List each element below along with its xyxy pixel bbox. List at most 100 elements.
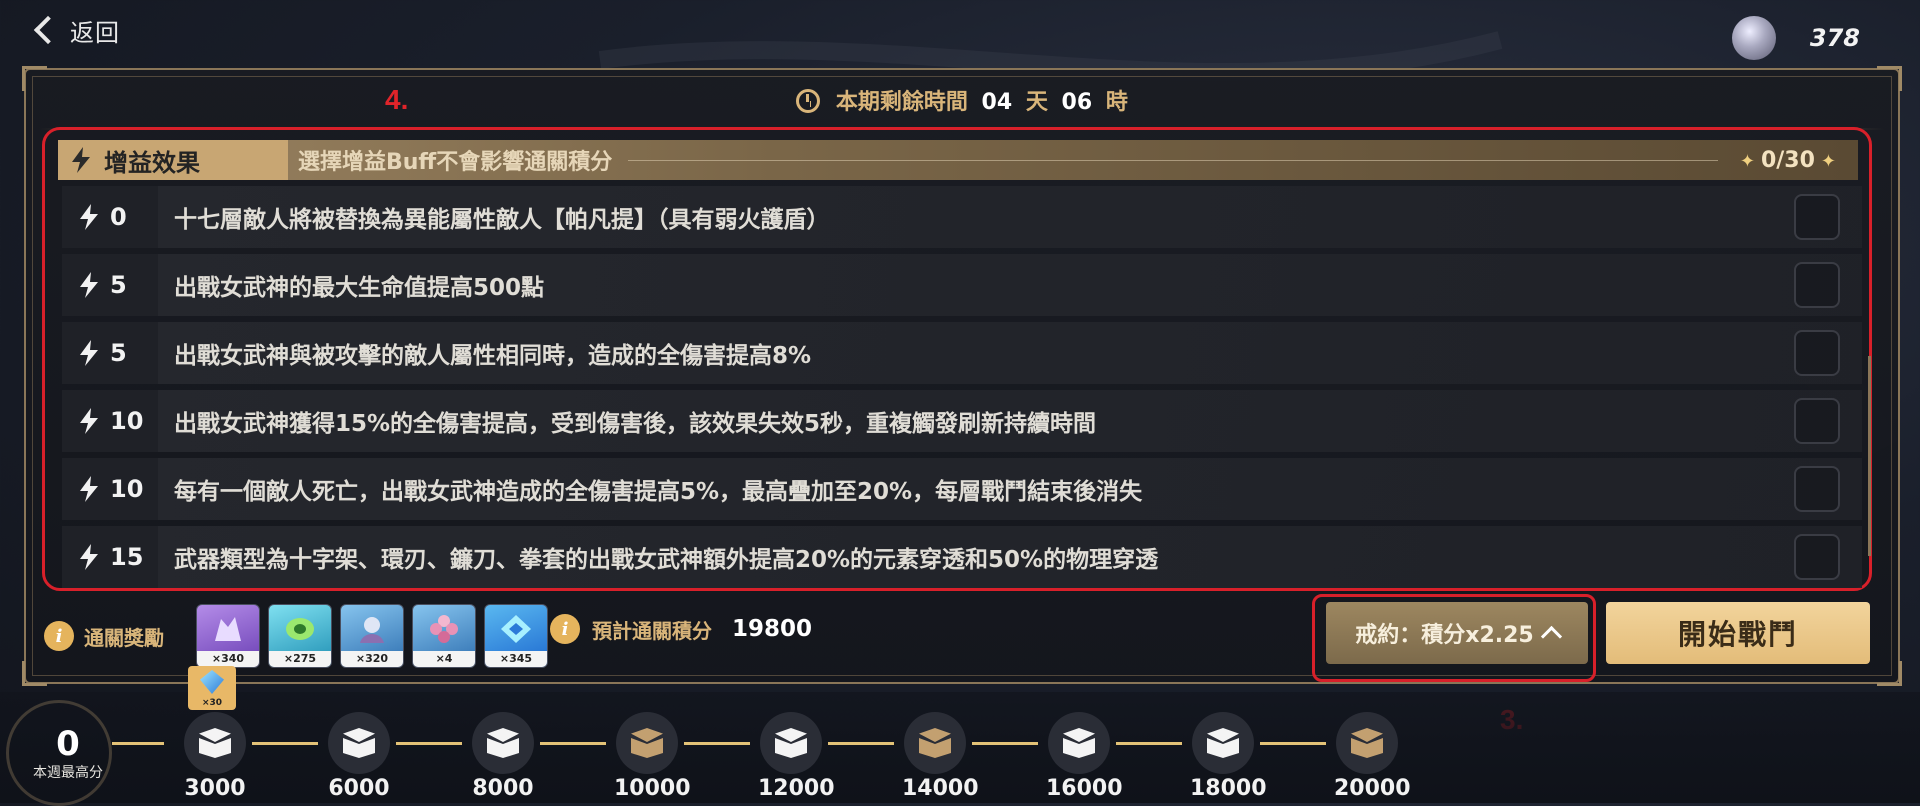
- buff-checkbox[interactable]: [1794, 466, 1840, 512]
- milestone-10000[interactable]: 10000: [614, 712, 691, 801]
- buff-row[interactable]: 10 每有一個敵人死亡，出戰女武神造成的全傷害提高5%，最高疊加至20%，每層戰…: [62, 458, 1862, 520]
- reward-item[interactable]: ×345: [484, 604, 548, 668]
- lightning-icon: [80, 340, 98, 366]
- sparkle-icon: ✦: [1820, 150, 1836, 172]
- buff-row[interactable]: 5 出戰女武神的最大生命值提高500點: [62, 254, 1862, 316]
- milestone-connector: [1260, 742, 1326, 745]
- lightning-icon: [80, 204, 98, 230]
- reward-items: ×340 ×275 ×320 ×4 ×345: [196, 604, 548, 668]
- milestone-connector: [1116, 742, 1182, 745]
- milestone-3000[interactable]: 3000: [182, 712, 248, 801]
- buff-description: 出戰女武神的最大生命值提高500點: [174, 275, 545, 301]
- buff-cost-value: 10: [110, 475, 144, 503]
- buff-description: 武器類型為十字架、環刃、鐮刀、拳套的出戰女武神額外提高20%的元素穿透和50%的…: [174, 547, 1159, 573]
- sparkle-icon: ✦: [1739, 150, 1755, 172]
- reward-item[interactable]: ×340: [196, 604, 260, 668]
- start-battle-button[interactable]: 開始戰鬥: [1606, 602, 1870, 664]
- buff-list: 0 十七層敵人將被替換為異能屬性敵人【帕凡提】（具有弱火護盾） 5 出戰女武神的…: [62, 186, 1862, 594]
- milestone-6000[interactable]: 6000: [326, 712, 392, 801]
- buff-cost-value: 5: [110, 339, 127, 367]
- reward-chest-icon: [197, 728, 233, 758]
- chevron-up-icon: [1540, 625, 1562, 647]
- milestone-14000[interactable]: 14000: [902, 712, 979, 801]
- reward-chest-icon: [917, 728, 953, 758]
- start-battle-label: 開始戰鬥: [1677, 618, 1798, 651]
- buff-title: 增益效果: [104, 148, 200, 177]
- milestone-value: 12000: [758, 776, 835, 801]
- milestone-connector: [972, 742, 1038, 745]
- buff-checkbox[interactable]: [1794, 330, 1840, 376]
- milestone-connector: [252, 742, 318, 745]
- lightning-icon: [80, 544, 98, 570]
- milestone-20000[interactable]: 20000: [1334, 712, 1411, 801]
- buff-checkbox[interactable]: [1794, 398, 1840, 444]
- buff-count-value: 0/30: [1760, 147, 1815, 173]
- crystal-icon: [200, 670, 224, 694]
- milestone-value: 16000: [1046, 776, 1123, 801]
- milestone-value: 20000: [1334, 776, 1411, 801]
- milestone-8000[interactable]: 8000: [470, 712, 536, 801]
- milestone-node: [904, 712, 966, 774]
- milestone-connector: [684, 742, 750, 745]
- lightning-icon: [80, 476, 98, 502]
- timer-days-unit: 天: [1025, 90, 1048, 115]
- reward-chest-icon: [1349, 728, 1385, 758]
- buff-checkbox[interactable]: [1794, 262, 1840, 308]
- buff-cost-value: 5: [110, 271, 127, 299]
- buff-description: 出戰女武神獲得15%的全傷害提高，受到傷害後，該效果失效5秒，重複觸發刷新持續時…: [174, 411, 1097, 437]
- buff-cost: 15: [62, 526, 158, 588]
- milestone-18000[interactable]: 18000: [1190, 712, 1267, 801]
- info-icon[interactable]: i: [44, 621, 74, 651]
- milestone-node: [1192, 712, 1254, 774]
- buff-cost: 10: [62, 458, 158, 520]
- frame-corner: [1877, 661, 1902, 686]
- bonus-reward[interactable]: ×30: [188, 666, 236, 710]
- reward-item[interactable]: ×4: [412, 604, 476, 668]
- contract-button[interactable]: 戒約：積分x2.25: [1326, 602, 1588, 664]
- reward-item[interactable]: ×320: [340, 604, 404, 668]
- currency-display: 378: [1731, 16, 1860, 60]
- buff-header: 增益效果 選擇增益Buff不會影響通關積分 ✦ 0/30 ✦: [58, 140, 1858, 180]
- flower-material-icon: [430, 615, 458, 643]
- milestone-node: [1336, 712, 1398, 774]
- milestone-value: 6000: [328, 776, 390, 801]
- rewards-label: 通關獎勵: [84, 625, 164, 650]
- buff-cost-value: 10: [110, 407, 144, 435]
- info-icon[interactable]: i: [550, 614, 580, 644]
- reward-count: ×4: [413, 651, 475, 667]
- milestone-node: [760, 712, 822, 774]
- reward-count: ×345: [485, 651, 547, 667]
- remaining-time: 本期剩餘時間 04 天 06 時: [26, 84, 1898, 116]
- buff-subtitle: 選擇增益Buff不會影響通關積分: [298, 150, 613, 175]
- annotation-4: 4.: [385, 84, 409, 115]
- back-button[interactable]: 返回: [28, 10, 120, 50]
- reward-count: ×275: [269, 651, 331, 667]
- milestone-connector: [396, 742, 462, 745]
- timer-prefix: 本期剩餘時間: [835, 90, 968, 115]
- milestone-12000[interactable]: 12000: [758, 712, 835, 801]
- buff-cost: 5: [62, 322, 158, 384]
- milestone-value: 10000: [614, 776, 691, 801]
- timer-hours: 06: [1061, 90, 1093, 115]
- reward-item[interactable]: ×275: [268, 604, 332, 668]
- list-scrollbar[interactable]: [1868, 356, 1871, 556]
- lightning-icon: [80, 272, 98, 298]
- buff-row[interactable]: 10 出戰女武神獲得15%的全傷害提高，受到傷害後，該效果失效5秒，重複觸發刷新…: [62, 390, 1862, 452]
- milestone-16000[interactable]: 16000: [1046, 712, 1123, 801]
- reward-chest-icon: [773, 728, 809, 758]
- timer-days: 04: [981, 90, 1013, 115]
- milestone-value: 8000: [472, 776, 534, 801]
- reward-chest-icon: [485, 728, 521, 758]
- back-label: 返回: [70, 18, 120, 47]
- divider: [40, 128, 1884, 130]
- buff-checkbox[interactable]: [1794, 534, 1840, 580]
- buff-row[interactable]: 0 十七層敵人將被替換為異能屬性敵人【帕凡提】（具有弱火護盾）: [62, 186, 1862, 248]
- buff-checkbox[interactable]: [1794, 194, 1840, 240]
- buff-row[interactable]: 5 出戰女武神與被攻擊的敵人屬性相同時，造成的全傷害提高8%: [62, 322, 1862, 384]
- reward-count: ×320: [341, 651, 403, 667]
- milestone-value: 3000: [184, 776, 246, 801]
- timer-hours-unit: 時: [1105, 90, 1128, 115]
- milestone-connector: [828, 742, 894, 745]
- contract-label: 戒約：積分x2.25: [1355, 623, 1534, 648]
- buff-row[interactable]: 15 武器類型為十字架、環刃、鐮刀、拳套的出戰女武神額外提高20%的元素穿透和5…: [62, 526, 1862, 588]
